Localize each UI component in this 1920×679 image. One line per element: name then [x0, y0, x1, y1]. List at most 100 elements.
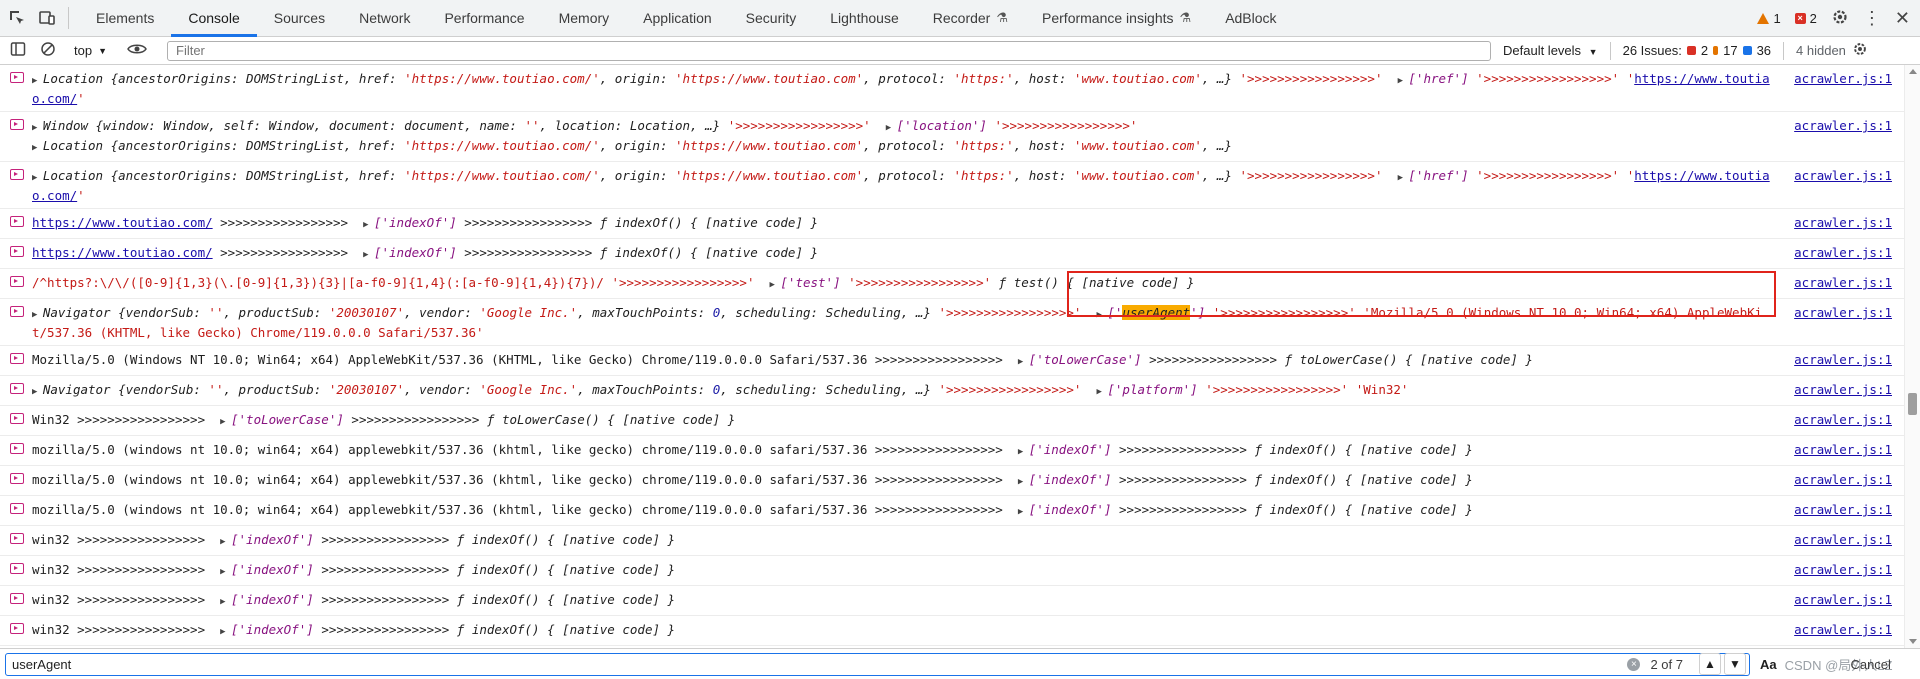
expand-triangle-icon[interactable]: ▶	[32, 143, 43, 153]
console-message-row[interactable]: win32 >>>>>>>>>>>>>>>>> ▶ ['indexOf'] >>…	[0, 586, 1904, 616]
expand-triangle-icon[interactable]: ▶	[886, 123, 897, 133]
tab-performance[interactable]: Performance	[427, 0, 541, 37]
console-message-row[interactable]: https://www.toutiao.com/ >>>>>>>>>>>>>>>…	[0, 239, 1904, 269]
expand-triangle-icon[interactable]: ▶	[220, 537, 231, 547]
expand-triangle-icon[interactable]: ▶	[1398, 173, 1409, 183]
tab-security[interactable]: Security	[729, 0, 814, 37]
clear-console-icon[interactable]	[40, 41, 56, 60]
expand-triangle-icon[interactable]: ▶	[32, 76, 43, 86]
console-message-row[interactable]: ▶ Location {ancestorOrigins: DOMStringLi…	[0, 65, 1904, 112]
console-scrollbar[interactable]	[1904, 65, 1920, 648]
inspect-element-icon[interactable]	[4, 5, 30, 31]
close-devtools-icon[interactable]: ✕	[1895, 8, 1910, 29]
console-message-row[interactable]: https://www.toutiao.com/ >>>>>>>>>>>>>>>…	[0, 209, 1904, 239]
expand-triangle-icon[interactable]: ▶	[1018, 507, 1029, 517]
expand-triangle-icon[interactable]: ▶	[363, 250, 374, 260]
expand-triangle-icon[interactable]: ▶	[32, 173, 43, 183]
tab-console[interactable]: Console	[171, 0, 257, 37]
expand-triangle-icon[interactable]: ▶	[1398, 76, 1409, 86]
console-message-row[interactable]: win32 >>>>>>>>>>>>>>>>> ▶ ['indexOf'] >>…	[0, 556, 1904, 586]
source-location-link[interactable]: acrawler.js:1	[1794, 117, 1892, 134]
previous-match-chevron-up-icon[interactable]: ▲	[1699, 653, 1721, 675]
tab-lighthouse[interactable]: Lighthouse	[813, 0, 916, 37]
console-message-row[interactable]: mozilla/5.0 (windows nt 10.0; win64; x64…	[0, 496, 1904, 526]
console-settings-gear-icon[interactable]	[1852, 41, 1868, 60]
console-message-row[interactable]: ▶ Location {ancestorOrigins: DOMStringLi…	[0, 162, 1904, 209]
search-input[interactable]: userAgent × 2 of 7 ▲ ▼	[5, 652, 1750, 676]
cancel-search-button[interactable]: Cancel	[1850, 657, 1890, 672]
console-log-arrow-icon	[10, 353, 24, 364]
tab-performance-insights[interactable]: Performance insights ⚗	[1025, 0, 1208, 37]
source-location-link[interactable]: acrawler.js:1	[1794, 244, 1892, 261]
tab-sources[interactable]: Sources	[257, 0, 342, 37]
expand-triangle-icon[interactable]: ▶	[32, 123, 43, 133]
context-selector[interactable]: top ▼	[74, 43, 107, 58]
tab-application[interactable]: Application	[626, 0, 729, 37]
scrollbar-thumb[interactable]	[1908, 393, 1917, 415]
console-message-row[interactable]: /^https?:\/\/([0-9]{1,3}(\.[0-9]{1,3}){3…	[0, 269, 1904, 299]
clear-search-icon[interactable]: ×	[1627, 657, 1641, 671]
source-location-link[interactable]: acrawler.js:1	[1794, 167, 1892, 184]
source-location-link[interactable]: acrawler.js:1	[1794, 621, 1892, 638]
match-case-toggle[interactable]: Aa	[1760, 657, 1777, 672]
expand-triangle-icon[interactable]: ▶	[1018, 357, 1029, 367]
expand-triangle-icon[interactable]: ▶	[32, 310, 43, 320]
source-location-link[interactable]: acrawler.js:1	[1794, 561, 1892, 578]
source-location-link[interactable]: acrawler.js:1	[1794, 304, 1892, 321]
tab-memory[interactable]: Memory	[542, 0, 627, 37]
issues-button[interactable]: 26 Issues: 2 17 36	[1623, 43, 1771, 58]
expand-triangle-icon[interactable]: ▶	[363, 220, 374, 230]
source-location-link[interactable]: acrawler.js:1	[1794, 274, 1892, 291]
expand-triangle-icon[interactable]: ▶	[770, 280, 781, 290]
expand-triangle-icon[interactable]: ▶	[220, 597, 231, 607]
console-message-row[interactable]: ▶ Window {window: Window, self: Window, …	[0, 112, 1904, 162]
expand-triangle-icon[interactable]: ▶	[32, 387, 43, 397]
source-location-link[interactable]: acrawler.js:1	[1794, 70, 1892, 87]
tab-adblock[interactable]: AdBlock	[1208, 0, 1293, 37]
console-message-row[interactable]: ▶ Navigator {vendorSub: '', productSub: …	[0, 299, 1904, 346]
source-location-link[interactable]: acrawler.js:1	[1794, 411, 1892, 428]
scroll-up-icon[interactable]	[1909, 69, 1917, 74]
more-options-icon[interactable]: ⋮	[1863, 9, 1881, 27]
expand-triangle-icon[interactable]: ▶	[1018, 447, 1029, 457]
source-location-link[interactable]: acrawler.js:1	[1794, 214, 1892, 231]
source-location-link[interactable]: acrawler.js:1	[1794, 441, 1892, 458]
console-log-arrow-icon	[10, 119, 24, 130]
message-url-link[interactable]: https://www.toutiao.com/	[32, 215, 213, 230]
source-location-link[interactable]: acrawler.js:1	[1794, 531, 1892, 548]
source-location-link[interactable]: acrawler.js:1	[1794, 591, 1892, 608]
expand-triangle-icon[interactable]: ▶	[220, 567, 231, 577]
live-expression-eye-icon[interactable]	[127, 42, 147, 59]
tab-elements[interactable]: Elements	[79, 0, 171, 37]
expand-triangle-icon[interactable]: ▶	[1097, 310, 1108, 320]
message-url-link[interactable]: https://www.toutiao.com/	[32, 245, 213, 260]
tab-network[interactable]: Network	[342, 0, 427, 37]
message-text: Navigator {vendorSub:	[42, 382, 209, 397]
expand-triangle-icon[interactable]: ▶	[220, 627, 231, 637]
console-message-row[interactable]: ▶ Navigator {vendorSub: '', productSub: …	[0, 376, 1904, 406]
tab-recorder[interactable]: Recorder ⚗	[916, 0, 1025, 37]
console-message-row[interactable]: win32 >>>>>>>>>>>>>>>>> ▶ ['indexOf'] >>…	[0, 616, 1904, 646]
source-location-link[interactable]: acrawler.js:1	[1794, 351, 1892, 368]
sidebar-toggle-icon[interactable]	[10, 41, 26, 60]
next-match-chevron-down-icon[interactable]: ▼	[1724, 653, 1746, 675]
filter-input[interactable]	[167, 40, 1491, 61]
expand-triangle-icon[interactable]: ▶	[220, 417, 231, 427]
console-message-row[interactable]: win32 >>>>>>>>>>>>>>>>> ▶ ['indexOf'] >>…	[0, 526, 1904, 556]
warnings-badge[interactable]: 1	[1757, 11, 1781, 26]
expand-triangle-icon[interactable]: ▶	[1097, 387, 1108, 397]
scroll-down-icon[interactable]	[1909, 639, 1917, 644]
source-location-link[interactable]: acrawler.js:1	[1794, 381, 1892, 398]
console-message-row[interactable]: mozilla/5.0 (windows nt 10.0; win64; x64…	[0, 466, 1904, 496]
expand-triangle-icon[interactable]: ▶	[1018, 477, 1029, 487]
console-message-row[interactable]: Mozilla/5.0 (Windows NT 10.0; Win64; x64…	[0, 346, 1904, 376]
device-toolbar-icon[interactable]	[34, 5, 60, 31]
console-message-row[interactable]: Win32 >>>>>>>>>>>>>>>>> ▶ ['toLowerCase'…	[0, 406, 1904, 436]
source-location-link[interactable]: acrawler.js:1	[1794, 501, 1892, 518]
issues-label: 26 Issues:	[1622, 43, 1682, 58]
source-location-link[interactable]: acrawler.js:1	[1794, 471, 1892, 488]
settings-gear-icon[interactable]	[1831, 8, 1849, 29]
log-levels-dropdown[interactable]: Default levels ▼	[1503, 43, 1598, 58]
errors-badge[interactable]: × 2	[1794, 11, 1817, 26]
console-message-row[interactable]: mozilla/5.0 (windows nt 10.0; win64; x64…	[0, 436, 1904, 466]
